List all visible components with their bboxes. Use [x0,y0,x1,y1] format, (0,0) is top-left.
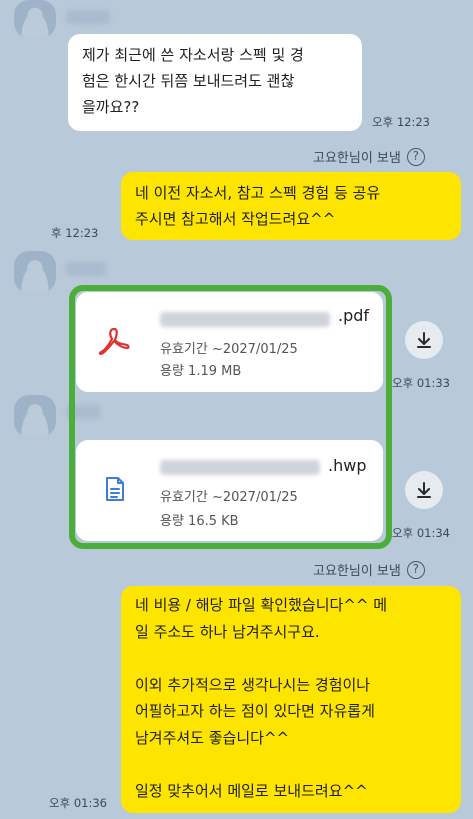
outgoing-message-bubble[interactable]: 네 이전 자소서, 참고 스펙 경험 등 공유 주시면 참고해서 작업드려요^^ [121,172,461,240]
message-timestamp: 오후 12:23 [372,115,430,129]
download-icon [417,332,431,348]
help-icon[interactable]: ? [406,147,425,166]
highlight-frame [69,285,392,549]
message-timestamp: 오후 01:33 [392,376,450,390]
incoming-message-bubble[interactable]: 제가 최근에 쓴 자소서랑 스펙 및 경 험은 한시간 뒤쯤 보내드려도 괜찮 … [68,34,362,131]
sender-name-redacted [66,10,110,24]
outgoing-message-bubble[interactable]: 네 비용 / 해당 파일 확인했습니다^^ 메 일 주소도 하나 남겨주시구요.… [121,586,461,813]
sender-avatar[interactable] [14,251,56,293]
download-icon [417,482,431,498]
message-timestamp: 오후 01:36 [49,796,107,810]
message-timestamp: 후 12:23 [51,226,99,240]
sent-by-label: 고요한님이 보냄 [313,564,401,579]
sent-by-line: 고요한님이 보냄 ? [313,147,425,166]
help-icon[interactable]: ? [406,560,425,579]
download-button[interactable] [405,321,443,359]
sender-name-redacted [66,262,106,276]
sent-by-label: 고요한님이 보냄 [313,151,401,166]
download-button[interactable] [405,471,443,509]
sent-by-line: 고요한님이 보냄 ? [313,560,425,579]
message-timestamp: 오후 01:34 [392,526,450,540]
sender-avatar[interactable] [14,0,56,38]
sender-avatar[interactable] [14,395,56,437]
